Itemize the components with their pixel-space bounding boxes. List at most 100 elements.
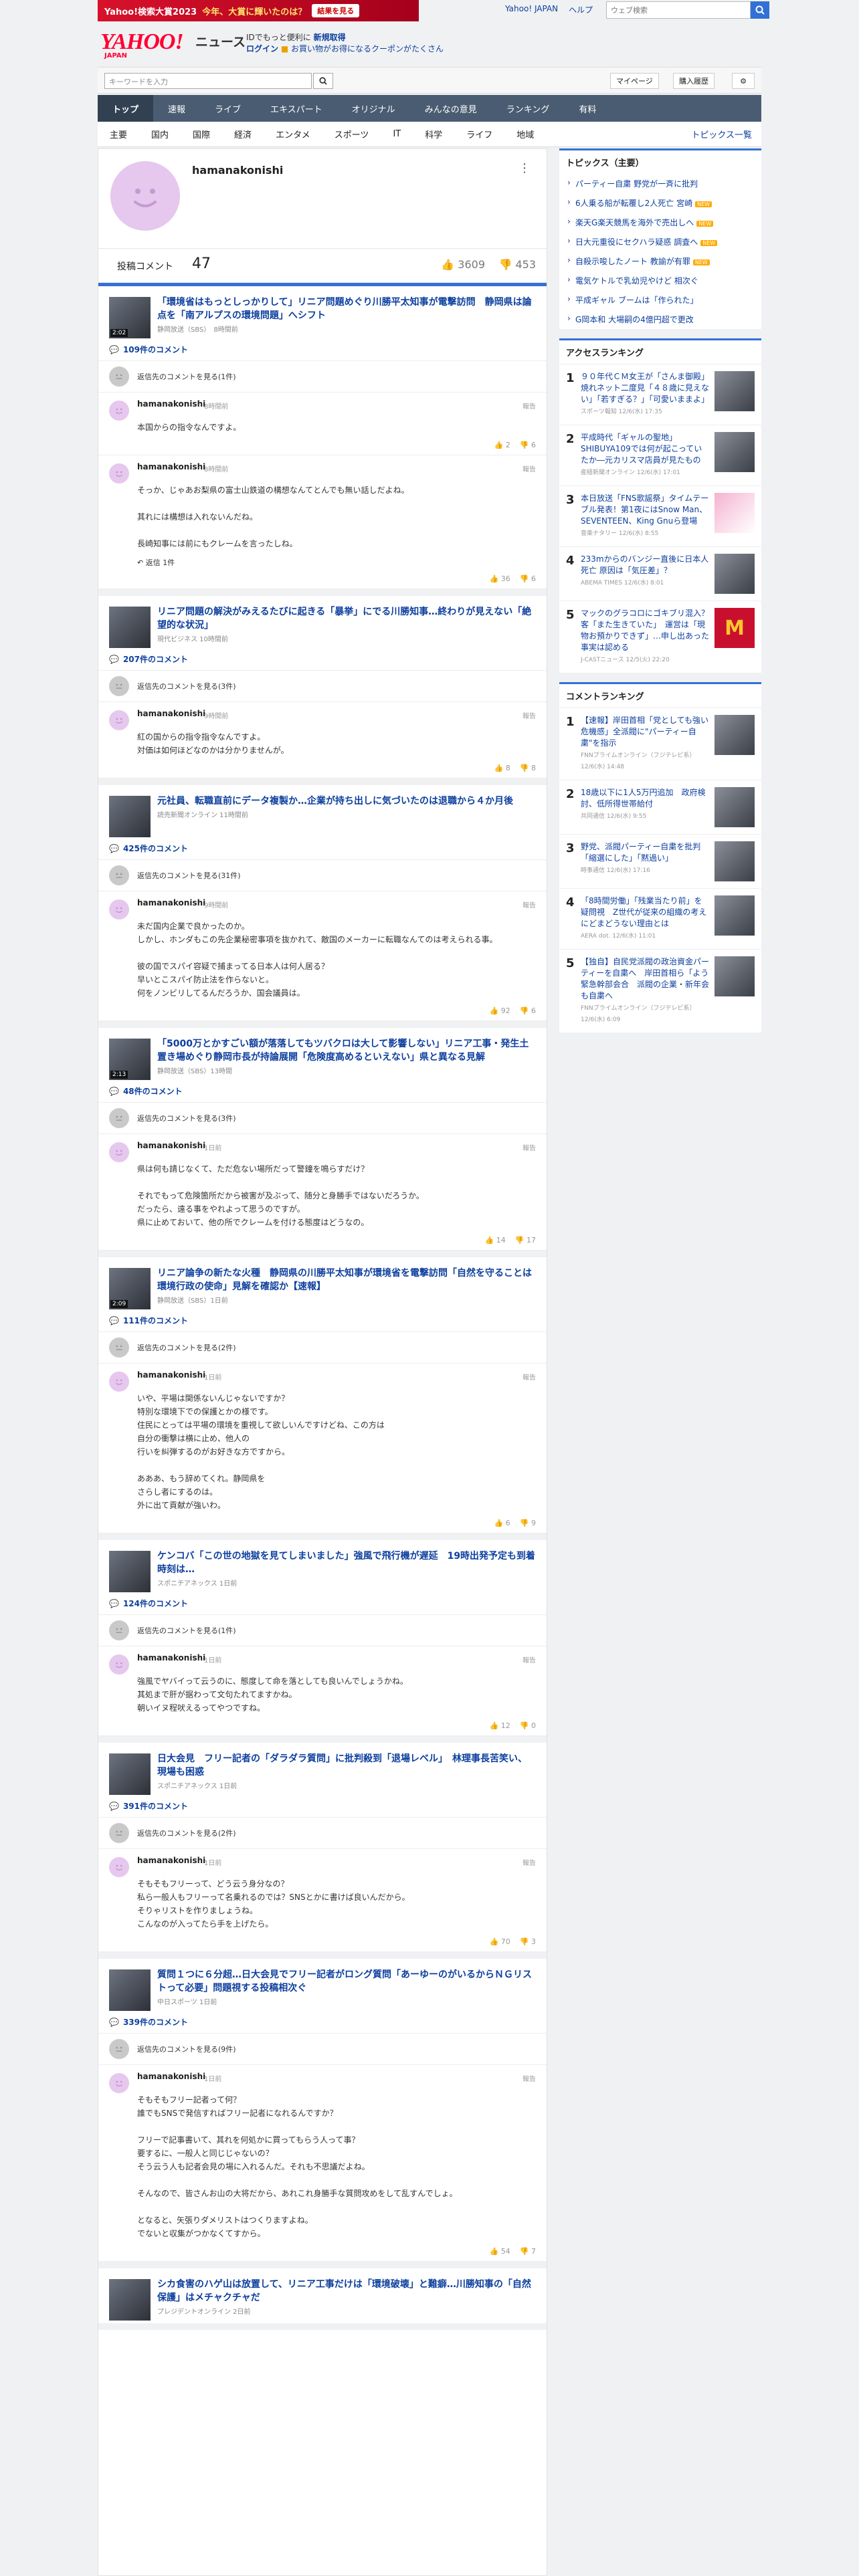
subnav-it[interactable]: IT [381,129,413,139]
ranking-item[interactable]: 5 【独自】自民党派閥の政治資金パーティーを自粛へ 岸田首相ら「よう緊急幹部会合 … [559,949,761,1033]
comment-username[interactable]: hamanakonishi [137,709,536,718]
topic-text[interactable]: パーティー自粛 野党が一斉に批判 [575,179,698,189]
mypage-button[interactable]: マイページ [610,73,659,89]
thumb-down-icon[interactable]: 👎 [520,764,531,772]
ranking-body[interactable]: 【速報】岸田首相「党としても強い危機感」全派閥に"パーティー自粛"を指示 FNNプ… [581,715,709,773]
comment-username[interactable]: hamanakonishi [137,1370,536,1380]
comment-count-text[interactable]: 48件のコメント [123,1085,183,1097]
view-parent-text[interactable]: 返信先のコメントを見る(1件) [137,371,236,382]
comment-count-link[interactable]: 💬 48件のコメント [98,1083,547,1103]
view-parent-comment[interactable]: 返信先のコメントを見る(9件) [98,2034,547,2065]
ranking-thumbnail[interactable] [714,493,755,533]
report-link[interactable]: 報告 [522,1142,536,1152]
thumb-up-icon[interactable]: 👍 [490,1006,501,1015]
topic-text[interactable]: 6人乗る船が転覆し2人死亡 宮崎 [575,199,692,208]
comment-username[interactable]: hamanakonishi [137,1141,536,1150]
nav-breaking[interactable]: 速報 [153,95,200,122]
article-thumbnail[interactable]: 2:09 [109,1268,151,1309]
ranking-item[interactable]: 5 マックのグラコロにゴキブリ混入？客「また生きていた」 運営は「現物お預かりでき… [559,601,761,673]
comment-count-link[interactable]: 💬 339件のコメント [98,2014,547,2034]
topic-text[interactable]: 日大元重役にセクハラ疑惑 調査へ [575,237,698,247]
ranking-item[interactable]: 1 ９０年代ＣＭ女王が「さんま御殿」焼れネット二度見「４８歳に見えない」「若すぎる… [559,364,761,425]
thumb-down-icon[interactable]: 👎 [520,1721,531,1730]
ranking-body[interactable]: ９０年代ＣＭ女王が「さんま御殿」焼れネット二度見「４８歳に見えない」「若すぎる？… [581,371,709,418]
thumb-down-icon[interactable]: 👎 [520,1937,531,1946]
ranking-body[interactable]: 18歳以下に1人5万円追加 政府検討、低所得世帯給付 共同通信 12/6(水) 9… [581,787,709,827]
ranking-title[interactable]: 「8時間労働」「残業当たり前」を疑問視 Z世代が従来の組織の考えにどまどうない理… [581,895,709,930]
topic-item[interactable]: 6人乗る船が転覆し2人死亡 宮崎NEW [559,193,761,213]
gear-icon[interactable]: ⚙ [732,73,755,89]
ranking-title[interactable]: 233mからのバンジー直後に日本人死亡 原因は「気圧差」？ [581,554,709,576]
ranking-title[interactable]: 【速報】岸田首相「党としても強い危機感」全派閥に"パーティー自粛"を指示 [581,715,709,749]
topic-item[interactable]: G岡本和 大場嗣の4億円超で更改 [559,310,761,329]
view-parent-comment[interactable]: 返信先のコメントを見る(1件) [98,361,547,393]
ranking-thumbnail[interactable] [714,432,755,472]
article-thumbnail[interactable] [109,1551,151,1592]
ranking-body[interactable]: 233mからのバンジー直後に日本人死亡 原因は「気圧差」？ ABEMA TIMES… [581,554,709,594]
nav-opinion[interactable]: みんなの意見 [410,95,492,122]
ranking-thumbnail[interactable] [714,841,755,881]
thumb-up-icon[interactable]: 👍 [490,1937,501,1946]
comment-count-text[interactable]: 425件のコメント [123,843,188,854]
ranking-title[interactable]: 野党、派閥パーティー自粛を批判「縮選にした」「黙過い」 [581,841,709,864]
subnav-science[interactable]: 科学 [413,128,454,140]
thumb-up-icon[interactable]: 👍 [494,764,506,772]
purchase-history-button[interactable]: 購入履歴 [673,73,714,89]
topic-item[interactable]: 電気ケトルで乳幼児やけど 相次ぐ [559,271,761,290]
article-card[interactable]: 2:02 「環境省はもっとしっかりして」リニア問題めぐり川勝平太知事が電撃訪問 静… [98,286,547,341]
thumb-down-icon[interactable]: 👎 [520,441,531,449]
nav-paid[interactable]: 有料 [564,95,611,122]
thumb-down-icon[interactable]: 👎 [520,2247,531,2256]
nav-live[interactable]: ライブ [200,95,256,122]
article-title[interactable]: 質問１つに６分超…日大会見でフリー記者がロング質問「あーゆーのがいるからＮＧリス… [157,1968,536,1995]
subnav-domestic[interactable]: 国内 [139,128,181,140]
thumb-up-icon[interactable]: 👍 [485,1236,496,1245]
thumb-up-icon[interactable]: 👍 [490,1721,501,1730]
nav-top[interactable]: トップ [98,95,154,122]
comment-count-link[interactable]: 💬 124件のコメント [98,1595,547,1615]
ranking-item[interactable]: 2 18歳以下に1人5万円追加 政府検討、低所得世帯給付 共同通信 12/6(水) … [559,780,761,834]
ranking-body[interactable]: マックのグラコロにゴキブリ混入？客「また生きていた」 運営は「現物お預かりできず… [581,608,709,666]
nav-expert[interactable]: エキスパート [256,95,337,122]
ranking-item[interactable]: 3 本日放送「FNS歌謡祭」タイムテーブル発表！第1夜にはSnow Man、SEV… [559,486,761,546]
article-thumbnail[interactable] [109,607,151,648]
promo-banner[interactable]: Yahoo!検索大賞2023 今年、大賞に輝いたのは？ 結果を見る [98,0,419,21]
view-parent-text[interactable]: 返信先のコメントを見る(2件) [137,1342,236,1353]
comment-username[interactable]: hamanakonishi [137,462,536,471]
topic-text[interactable]: G岡本和 大場嗣の4億円超で更改 [575,315,694,324]
article-card[interactable]: 2:09 リニア論争の新たな火種 静岡県の川勝平太知事が環境省を電撃訪問「自然を守… [98,1257,547,1312]
subnav-entertainment[interactable]: エンタメ [264,128,322,140]
promo-button[interactable]: 結果を見る [312,4,360,17]
topic-item[interactable]: 楽天G楽天競馬を海外で売出しへNEW [559,213,761,232]
ranking-body[interactable]: 本日放送「FNS歌謡祭」タイムテーブル発表！第1夜にはSnow Man、SEVE… [581,493,709,540]
article-card[interactable]: リニア問題の解決がみえるたびに起きる「暴挙」にでる川勝知事…終わりが見えない「絶… [98,596,547,651]
comment-count-text[interactable]: 109件のコメント [123,344,188,355]
kebab-icon[interactable]: ⋮ [518,161,531,175]
article-thumbnail[interactable] [109,1969,151,2011]
view-parent-comment[interactable]: 返信先のコメントを見る(31件) [98,860,547,891]
thumb-up-icon[interactable]: 👍 [494,1519,506,1527]
subnav-economy[interactable]: 経済 [222,128,264,140]
help-link[interactable]: ヘルプ [569,4,593,15]
view-parent-text[interactable]: 返信先のコメントを見る(3件) [137,681,236,691]
comment-count-text[interactable]: 339件のコメント [123,2016,188,2028]
report-link[interactable]: 報告 [522,899,536,909]
article-card[interactable]: ケンコバ「この世の地獄を見てしまいました」強風で飛行機が遅延 19時出発予定も到… [98,1540,547,1595]
article-title[interactable]: 日大会見 フリー記者の「ダラダラ質問」に批判殺到「退場レベル」 林理事長苦笑い、… [157,1752,536,1779]
thumb-down-icon[interactable]: 👎 [520,574,531,583]
ranking-body[interactable]: 平成時代「ギャルの聖地」SHIBUYA109では何が起こっていたか―元カリスマ店… [581,432,709,479]
article-thumbnail[interactable] [109,1753,151,1795]
article-title[interactable]: 「環境省はもっとしっかりして」リニア問題めぐり川勝平太知事が電撃訪問 静岡県は論… [157,296,536,322]
report-link[interactable]: 報告 [522,1372,536,1382]
thumb-down-icon[interactable]: 👎 [520,1006,531,1015]
ranking-title[interactable]: 平成時代「ギャルの聖地」SHIBUYA109では何が起こっていたか―元カリスマ店… [581,432,709,466]
thumb-down-icon[interactable]: 👎 [520,1519,531,1527]
view-parent-text[interactable]: 返信先のコメントを見る(2件) [137,1828,236,1838]
topic-item[interactable]: パーティー自粛 野党が一斉に批判 [559,174,761,193]
view-parent-text[interactable]: 返信先のコメントを見る(31件) [137,870,241,881]
subnav-main[interactable]: 主要 [98,128,139,140]
ranking-thumbnail[interactable] [714,787,755,827]
ranking-thumbnail[interactable] [714,371,755,411]
topic-item[interactable]: 自殺示唆したノート 教諭が有罪NEW [559,251,761,271]
topic-item[interactable]: 日大元重役にセクハラ疑惑 調査へNEW [559,232,761,251]
